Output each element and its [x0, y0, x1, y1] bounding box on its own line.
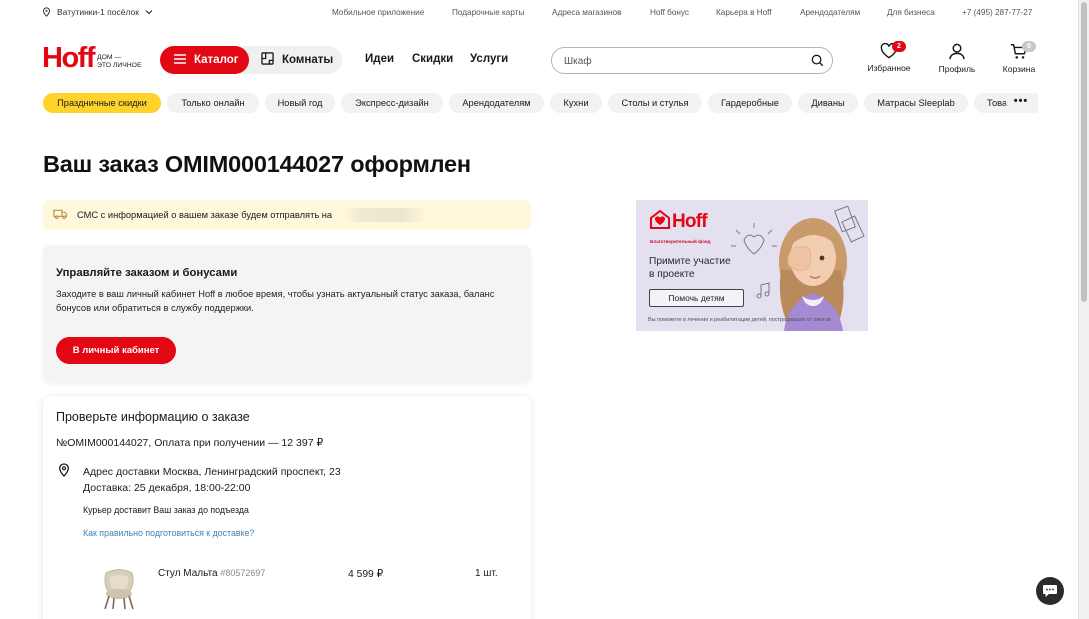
more-chips-button[interactable]: •••	[1006, 93, 1036, 113]
personal-account-button[interactable]: В личный кабинет	[56, 337, 176, 364]
toplink-gift-cards[interactable]: Подарочные карты	[452, 8, 524, 17]
search-box	[551, 47, 833, 74]
chevron-down-icon	[145, 9, 153, 15]
chip-landlords[interactable]: Арендодателям	[449, 93, 544, 113]
sms-notice: СМС с информацией о вашем заказе будем о…	[43, 200, 531, 230]
profile-label: Профиль	[938, 64, 976, 74]
delivery-address-block: Адрес доставки Москва, Ленинградский про…	[83, 464, 341, 496]
heart-icon	[861, 43, 917, 59]
chip-sofas[interactable]: Диваны	[798, 93, 858, 113]
location-pin-icon	[42, 7, 51, 17]
delivery-label: Доставка:	[83, 482, 132, 494]
nav-discounts[interactable]: Скидки	[412, 53, 453, 65]
manage-description: Заходите в ваш личный кабинет Hoff в люб…	[56, 289, 495, 313]
logo-tagline: ДОМ — ЭТО ЛИЧНОЕ	[96, 54, 142, 69]
chip-express-design[interactable]: Экспресс-дизайн	[341, 93, 443, 113]
product-image-chair[interactable]	[97, 567, 141, 611]
order-number-line: №OMIM000144027, Оплата при получении — 1…	[56, 437, 324, 449]
sms-text: СМС с информацией о вашем заказе будем о…	[77, 210, 333, 220]
page: Ватутинки-1 посёлок Мобильное приложение…	[0, 0, 1089, 619]
chip-online-only[interactable]: Только онлайн	[167, 93, 259, 113]
menu-icon	[174, 53, 186, 67]
main-header: Hoff ДОМ — ЭТО ЛИЧНОЕ Комнаты Каталог Ид…	[0, 27, 1078, 91]
banner-logo-word: Hoff	[672, 211, 708, 232]
user-icon	[929, 43, 985, 60]
scrollbar-thumb[interactable]	[1081, 2, 1087, 302]
product-sku: #80572697	[220, 568, 266, 578]
page-scrollbar[interactable]	[1078, 0, 1089, 619]
toplink-landlords[interactable]: Арендодателям	[800, 8, 860, 17]
chip-sleeplab-mattresses[interactable]: Матрасы Sleeplab	[864, 93, 968, 113]
product-name[interactable]: Стул Мальта	[158, 568, 218, 579]
banner-fund-label: Благотворительный фонд	[650, 239, 711, 244]
category-chips: Праздничные скидки Только онлайн Новый г…	[43, 93, 1038, 113]
delivery-value: 25 декабря, 18:00-22:00	[133, 482, 251, 494]
catalog-label: Каталог	[194, 54, 239, 66]
product-name-line: Стул Мальта #80572697	[158, 568, 265, 579]
search-input[interactable]	[564, 53, 794, 69]
logo-word: Hoff	[42, 42, 95, 74]
cart-icon	[991, 43, 1047, 60]
order-info-title: Проверьте информацию о заказе	[56, 410, 250, 424]
favorites-count-badge: 2	[892, 41, 906, 52]
banner-text: Примите участие в проекте	[649, 256, 731, 280]
profile-button[interactable]: Профиль	[929, 43, 985, 74]
support-chat-button[interactable]	[1036, 577, 1064, 605]
chip-tables-chairs[interactable]: Столы и стулья	[608, 93, 702, 113]
top-utility-bar: Ватутинки-1 посёлок Мобильное приложение…	[0, 0, 1078, 27]
cart-button[interactable]: 0 Корзина	[991, 41, 1047, 74]
toplink-phone[interactable]: +7 (495) 287-77-27	[962, 8, 1032, 17]
toplink-mobile-app[interactable]: Мобильное приложение	[332, 8, 424, 17]
courier-note: Курьер доставит Ваш заказ до подъезда	[83, 505, 249, 515]
chip-kitchens[interactable]: Кухни	[550, 93, 602, 113]
toplink-store-addresses[interactable]: Адреса магазинов	[552, 8, 621, 17]
cart-count-badge: 0	[1022, 41, 1036, 52]
toplink-hoff-bonus[interactable]: Hoff бонус	[650, 8, 689, 17]
toplink-business[interactable]: Для бизнеса	[887, 8, 935, 17]
chip-holiday-sale[interactable]: Праздничные скидки	[43, 93, 161, 113]
chip-wardrobes[interactable]: Гардеробные	[708, 93, 792, 113]
rooms-label: Комнаты	[282, 54, 334, 66]
delivery-truck-icon	[53, 208, 68, 222]
order-info-card: Проверьте информацию о заказе №OMIM00014…	[43, 396, 531, 619]
hoff-logo[interactable]: Hoff ДОМ — ЭТО ЛИЧНОЕ	[42, 42, 142, 74]
nav-ideas[interactable]: Идеи	[365, 53, 394, 65]
phone-number-redacted	[343, 208, 429, 222]
catalog-button[interactable]: Каталог	[160, 46, 249, 74]
rooms-icon	[261, 52, 274, 68]
house-heart-icon	[650, 209, 670, 234]
banner-logo: Hoff	[650, 209, 708, 234]
address-label: Адрес доставки	[83, 466, 160, 478]
favorites-label: Избранное	[867, 63, 911, 73]
charity-banner[interactable]: Hoff Благотворительный фонд Примите учас…	[636, 200, 868, 331]
location-label: Ватутинки-1 посёлок	[57, 7, 139, 17]
address-value: Москва, Ленинградский проспект, 23	[162, 466, 341, 478]
more-dots-icon: •••	[1013, 95, 1029, 107]
rooms-button[interactable]: Комнаты	[240, 46, 342, 74]
delivery-prep-link[interactable]: Как правильно подготовиться к доставке?	[83, 528, 254, 538]
favorites-button[interactable]: 2 Избранное	[861, 41, 917, 73]
manage-title: Управляйте заказом и бонусами	[56, 267, 238, 279]
search-icon[interactable]	[811, 54, 824, 72]
chip-new-year[interactable]: Новый год	[265, 93, 335, 113]
page-title: Ваш заказ OMIM000144027 оформлен	[43, 151, 471, 177]
nav-services[interactable]: Услуги	[470, 53, 508, 65]
location-pin-icon	[58, 463, 70, 482]
cart-label: Корзина	[1002, 64, 1036, 74]
banner-footer: Вы поможете в лечении и реабилитации дет…	[648, 317, 831, 323]
manage-order-card: Управляйте заказом и бонусами Заходите в…	[43, 245, 531, 382]
help-children-button[interactable]: Помочь детям	[649, 289, 744, 307]
product-quantity: 1 шт.	[475, 568, 498, 579]
location-selector[interactable]: Ватутинки-1 посёлок	[42, 7, 153, 17]
toplink-career[interactable]: Карьера в Hoff	[716, 8, 772, 17]
product-price: 4 599 ₽	[348, 569, 384, 580]
